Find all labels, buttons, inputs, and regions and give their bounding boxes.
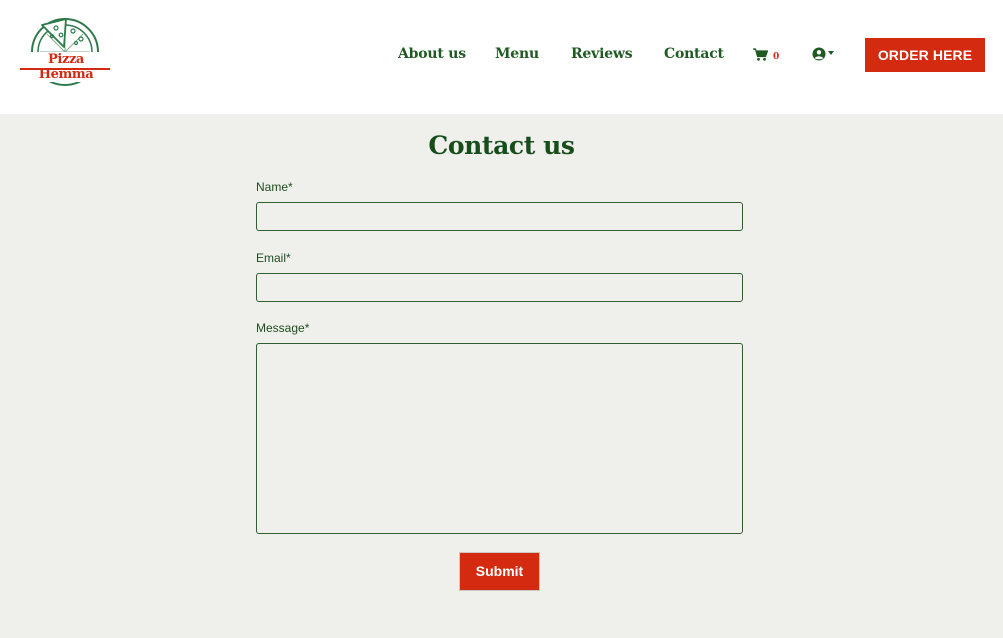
- page-title: Contact us: [428, 131, 575, 160]
- cart-link[interactable]: 0: [753, 46, 779, 63]
- name-field[interactable]: [256, 202, 743, 231]
- nav-about-us[interactable]: About us: [398, 46, 466, 63]
- submit-button[interactable]: Submit: [459, 552, 540, 591]
- site-header: Pizza Hemma About us Menu Reviews Contac…: [0, 0, 1003, 114]
- email-field[interactable]: [256, 273, 743, 302]
- logo-wordmark: Pizza Hemma: [22, 52, 110, 82]
- name-label: Name*: [256, 180, 293, 194]
- nav-reviews[interactable]: Reviews: [571, 46, 633, 63]
- logo-underline: [20, 68, 110, 70]
- user-circle-icon: [812, 47, 826, 61]
- order-here-button[interactable]: ORDER HERE: [865, 38, 985, 72]
- chevron-down-icon: [828, 50, 834, 55]
- account-dropdown[interactable]: [812, 47, 834, 61]
- message-textarea[interactable]: [256, 343, 743, 534]
- cart-count-badge: 0: [773, 51, 780, 62]
- nav-contact[interactable]: Contact: [664, 46, 724, 63]
- pizza-hemma-logo[interactable]: Pizza Hemma: [18, 15, 112, 89]
- email-label: Email*: [256, 251, 291, 265]
- shopping-cart-icon: [753, 48, 768, 61]
- message-label: Message*: [256, 321, 310, 335]
- nav-menu[interactable]: Menu: [495, 46, 539, 63]
